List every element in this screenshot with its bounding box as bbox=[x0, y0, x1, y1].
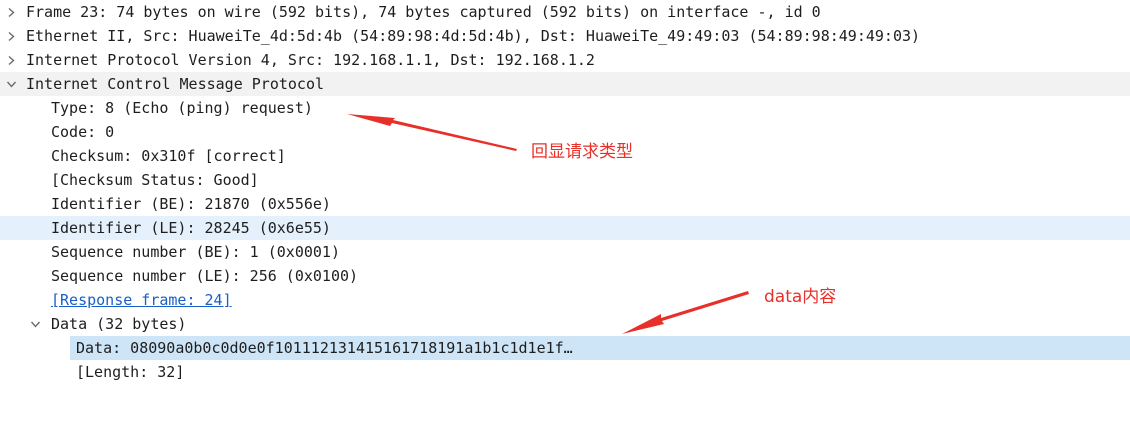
annotation-data-content: data内容 bbox=[764, 287, 837, 307]
arrow-to-data-row bbox=[622, 291, 749, 334]
annotation-echo-request: 回显请求类型 bbox=[531, 142, 633, 162]
annotation-arrows bbox=[347, 114, 749, 334]
arrow-to-type-row bbox=[347, 114, 517, 151]
